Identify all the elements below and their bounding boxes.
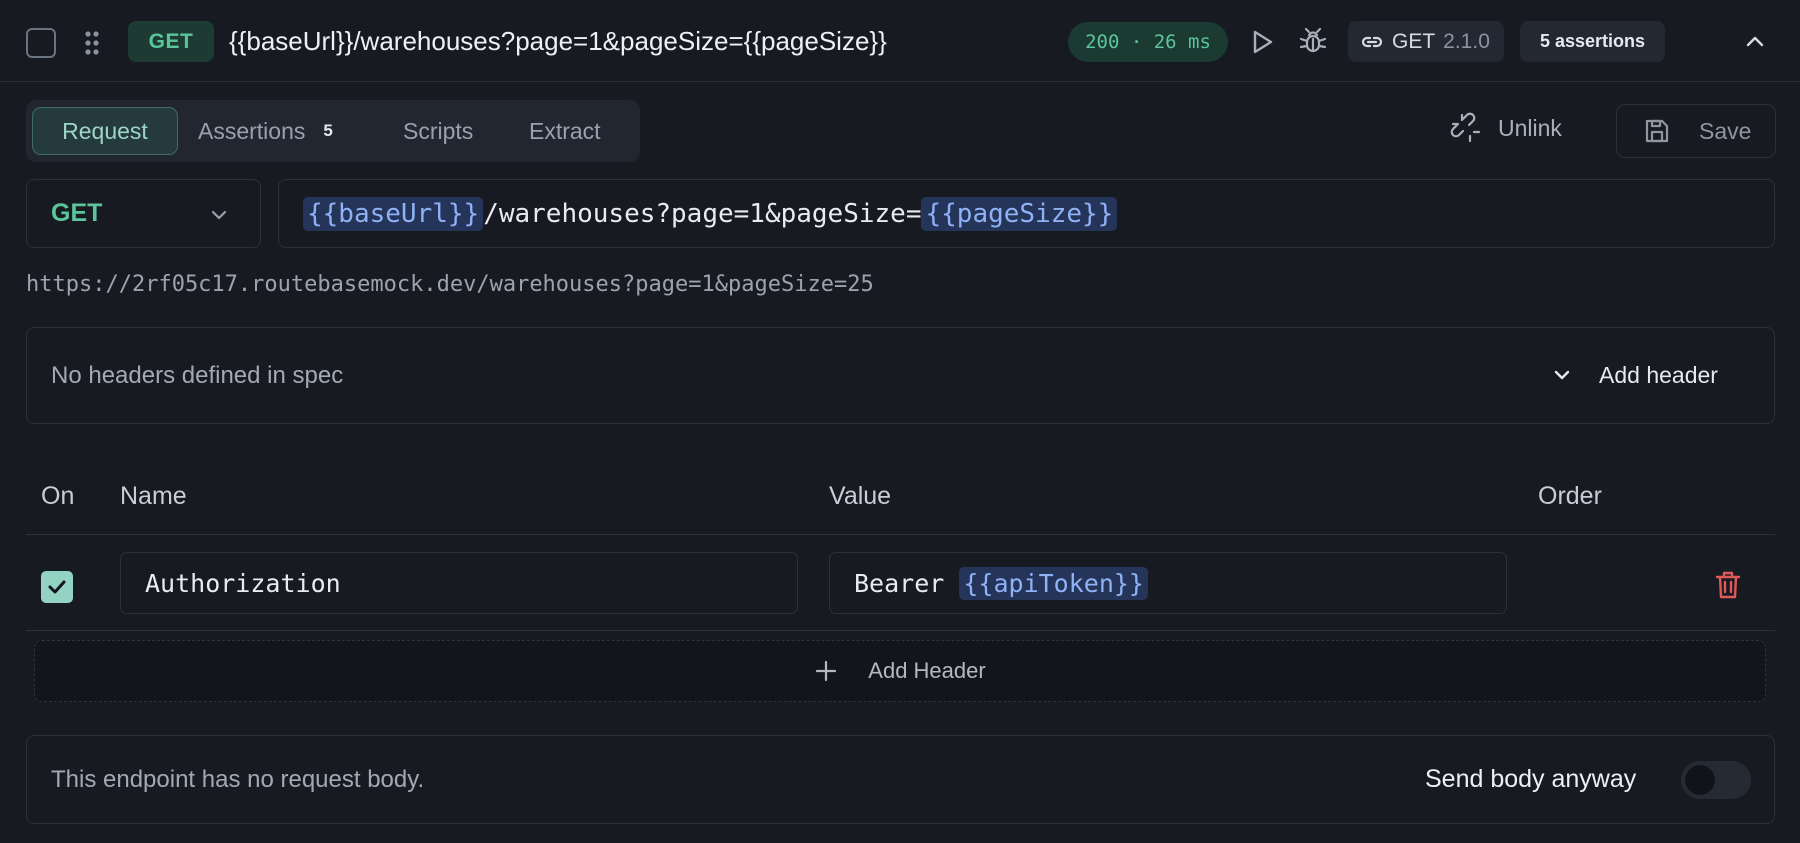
chevron-up-icon[interactable] [1742,28,1768,54]
no-body-message: This endpoint has no request body. [51,766,425,793]
request-title-url: {{baseUrl}}/warehouses?page=1&pageSize={… [229,26,887,56]
save-button[interactable]: Save [1616,104,1776,158]
save-label: Save [1699,117,1752,144]
header-name-value: Authorization [145,568,341,598]
add-header-dropdown[interactable]: Add header [1599,362,1718,389]
url-input[interactable]: {{baseUrl}} /warehouses?page=1&pageSize=… [278,179,1775,248]
tab-request[interactable]: Request [32,107,178,155]
url-variable-pagesize[interactable]: {{pageSize}} [921,196,1118,231]
method-select-value: GET [51,199,103,227]
spec-link-badge[interactable]: GET 2.1.0 [1348,21,1504,62]
tab-extract[interactable]: Extract [529,107,601,155]
divider [26,534,1775,535]
method-select[interactable]: GET [26,179,261,248]
chevron-down-icon[interactable] [1551,364,1573,386]
tab-label: Request [62,117,148,144]
link-icon [1361,36,1383,47]
header-name-input[interactable]: Authorization [120,552,798,614]
tab-label: Extract [529,117,601,144]
play-icon[interactable] [1248,28,1276,56]
column-header-on: On [41,482,75,510]
chevron-down-icon [211,210,227,220]
send-body-toggle[interactable] [1681,761,1751,799]
response-status-badge[interactable]: 200 · 26 ms [1068,22,1228,62]
request-body-panel: This endpoint has no request body. Send … [26,735,1775,824]
unlink-icon [1450,112,1481,143]
select-request-checkbox[interactable] [26,28,56,58]
header-value-prefix: Bearer [854,568,960,598]
unlink-button[interactable]: Unlink [1450,112,1562,144]
assertions-count-badge[interactable]: 5 assertions [1520,21,1665,62]
request-tabs: Request Assertions 5 Scripts Extract [26,100,640,162]
tab-label: Scripts [403,117,474,144]
header-variable-apitoken[interactable]: {{apiToken}} [959,566,1148,600]
check-icon [48,580,66,594]
add-header-label: Add Header [868,658,986,683]
header-enabled-checkbox[interactable] [41,571,73,603]
drag-handle-icon[interactable] [84,30,100,56]
header-value-input[interactable]: Bearer {{apiToken}} [829,552,1507,614]
url-path: /warehouses?page=1&pageSize= [483,198,922,229]
bug-icon[interactable] [1298,26,1328,56]
trash-icon[interactable] [1714,570,1742,605]
column-header-order: Order [1538,482,1602,510]
spec-version: 2.1.0 [1443,29,1490,53]
tab-assertions[interactable]: Assertions 5 [198,107,333,155]
tab-scripts[interactable]: Scripts [403,107,473,155]
url-variable-baseurl[interactable]: {{baseUrl}} [303,196,484,231]
tab-label: Assertions [198,117,306,144]
unlink-label: Unlink [1498,114,1562,141]
save-icon [1645,119,1669,143]
column-header-value: Value [829,482,892,510]
resolved-url: https://2rf05c17.routebasemock.dev/wareh… [26,272,874,297]
headers-spec-message: No headers defined in spec [51,362,344,389]
request-header-bar: GET {{baseUrl}}/warehouses?page=1&pageSi… [0,0,1800,82]
toggle-knob [1685,765,1715,795]
send-body-label: Send body anyway [1425,765,1637,793]
divider [26,630,1775,631]
assertions-count: 5 [323,121,333,140]
method-badge: GET [128,21,214,62]
spec-method: GET [1392,29,1436,53]
plus-icon [816,660,837,682]
headers-spec-panel: No headers defined in spec Add header [26,327,1775,424]
add-header-button[interactable]: Add Header [34,640,1766,702]
column-header-name: Name [120,482,187,510]
